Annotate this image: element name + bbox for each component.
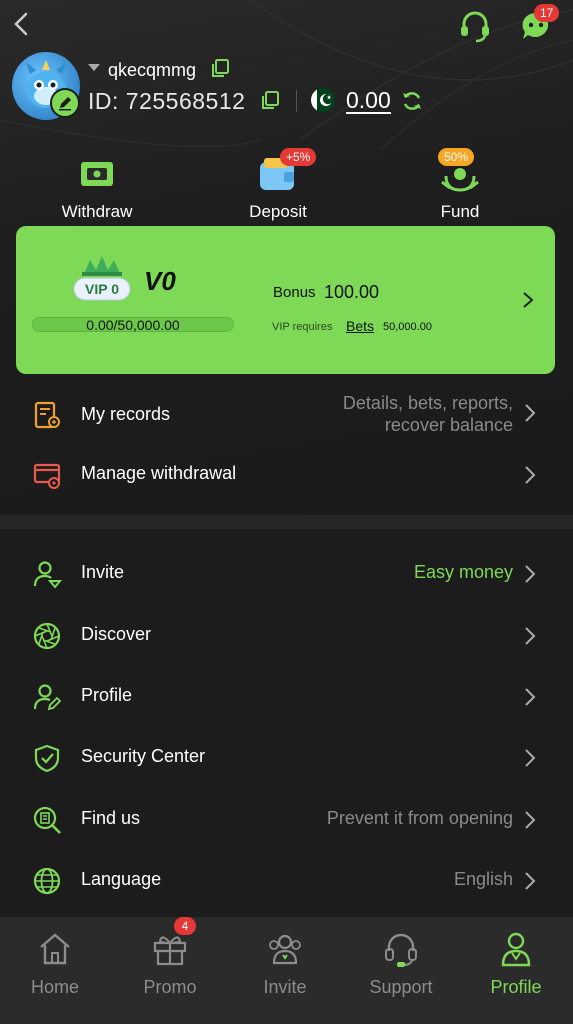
tab-label: Home (30, 977, 79, 997)
globe-icon (33, 867, 61, 895)
records-icon (34, 401, 60, 429)
header-separator (296, 90, 297, 112)
menu-label: Find us (81, 808, 141, 828)
vip-badge-text: VIP 0 (85, 281, 119, 297)
chevron-right-icon (525, 627, 536, 645)
aperture-icon (33, 622, 61, 650)
invite-user-icon (33, 561, 62, 589)
tab-label: Promo (143, 977, 197, 997)
fund-action[interactable]: 50% Fund (400, 148, 520, 222)
fund-bonus-pill: 50% (438, 148, 475, 166)
vip-requires-value: 50,000.00 (383, 321, 432, 333)
menu-item-language[interactable]: Language English (0, 852, 573, 908)
tab-support[interactable]: Support (351, 929, 451, 998)
vip-card[interactable]: VIP 0 V0 0.00/50,000.00 Bonus 100.00 VIP… (16, 226, 555, 374)
copy-username-icon[interactable] (210, 58, 230, 78)
balance-amount[interactable]: 0.00 (346, 88, 391, 114)
menu-value: English (453, 869, 513, 889)
menu-label: My records (81, 404, 171, 424)
deposit-bonus-pill: +5% (280, 148, 317, 166)
home-icon (40, 933, 70, 965)
chevron-right-icon (525, 565, 536, 583)
menu-value: Easy money (413, 562, 513, 582)
tab-label: Invite (263, 977, 307, 997)
bets-link[interactable]: Bets (346, 318, 374, 334)
chevron-right-icon (525, 811, 536, 829)
headset-icon (385, 933, 417, 967)
username-dropdown-icon[interactable] (88, 64, 100, 71)
username: qkecqmmg (108, 60, 197, 80)
menu-item-invite[interactable]: Invite Easy money (0, 545, 573, 601)
gift-icon (153, 936, 187, 966)
bottom-tab-bar: Home 4 Promo Invite Support Profile (0, 917, 573, 1024)
menu-label: Manage withdrawal (81, 463, 237, 483)
withdraw-label: Withdraw (61, 202, 133, 221)
vip-progress-bar: 0.00/50,000.00 (32, 317, 234, 332)
menu-label: Language (81, 869, 162, 889)
menu-item-profile[interactable]: Profile (0, 668, 573, 724)
chevron-right-icon (525, 749, 536, 767)
menu-item-find-us[interactable]: Find us Prevent it from opening (0, 791, 573, 847)
tab-home[interactable]: Home (5, 929, 105, 998)
tab-profile[interactable]: Profile (466, 929, 566, 998)
fund-label: Fund (440, 202, 480, 221)
chevron-right-icon (525, 872, 536, 890)
chevron-right-icon (525, 404, 536, 422)
tab-invite[interactable]: Invite (235, 929, 335, 998)
menu-item-security-center[interactable]: Security Center (0, 729, 573, 785)
chevron-right-icon (523, 292, 534, 308)
menu-item-discover[interactable]: Discover (0, 607, 573, 663)
menu-label: Invite (81, 562, 125, 582)
menu-label: Discover (81, 624, 152, 644)
message-count-badge: 17 (534, 4, 560, 22)
back-icon[interactable] (10, 10, 34, 38)
bonus-label: Bonus (273, 284, 316, 301)
user-id: ID: 725568512 (88, 88, 246, 114)
promo-count-badge: 4 (174, 917, 196, 935)
section-divider (0, 515, 573, 529)
vip-requires-label: VIP requires (272, 321, 333, 333)
shield-check-icon (34, 744, 60, 773)
group-icon (269, 934, 301, 965)
menu-item-my-records[interactable]: My records Details, bets, reports, recov… (0, 384, 573, 444)
tab-promo[interactable]: 4 Promo (120, 917, 220, 998)
chevron-right-icon (525, 466, 536, 484)
tab-label: Support (369, 977, 433, 997)
copy-id-icon[interactable] (260, 90, 280, 110)
menu-label: Profile (81, 685, 133, 705)
refresh-icon[interactable] (401, 90, 423, 112)
menu-label: Security Center (81, 746, 206, 766)
withdraw-action[interactable]: Withdraw (37, 152, 157, 222)
pakistan-flag-icon (311, 88, 335, 112)
bonus-value: 100.00 (324, 282, 380, 302)
user-edit-icon (33, 684, 62, 711)
menu-value: Prevent it from opening (326, 808, 513, 828)
chevron-right-icon (525, 688, 536, 706)
vip-crown-icon: VIP 0 (73, 256, 131, 301)
menu-value: Details, bets, reports, recover balance (343, 392, 513, 436)
card-settings-icon (33, 463, 61, 489)
headset-icon[interactable] (457, 8, 493, 44)
edit-avatar-button[interactable] (50, 88, 80, 118)
menu-item-manage-withdrawal[interactable]: Manage withdrawal (0, 446, 573, 502)
deposit-label: Deposit (249, 202, 307, 221)
menu-value-line2: recover balance (384, 415, 513, 435)
person-icon (501, 932, 531, 967)
vip-progress-text: 0.00/50,000.00 (86, 317, 180, 333)
pencil-icon (59, 97, 71, 111)
vip-level: V0 (144, 266, 176, 296)
menu-value-line1: Details, bets, reports, (342, 393, 513, 413)
tab-label: Profile (490, 977, 542, 997)
find-building-icon (33, 806, 61, 834)
deposit-action[interactable]: +5% Deposit (218, 148, 338, 222)
withdraw-icon (81, 162, 113, 186)
